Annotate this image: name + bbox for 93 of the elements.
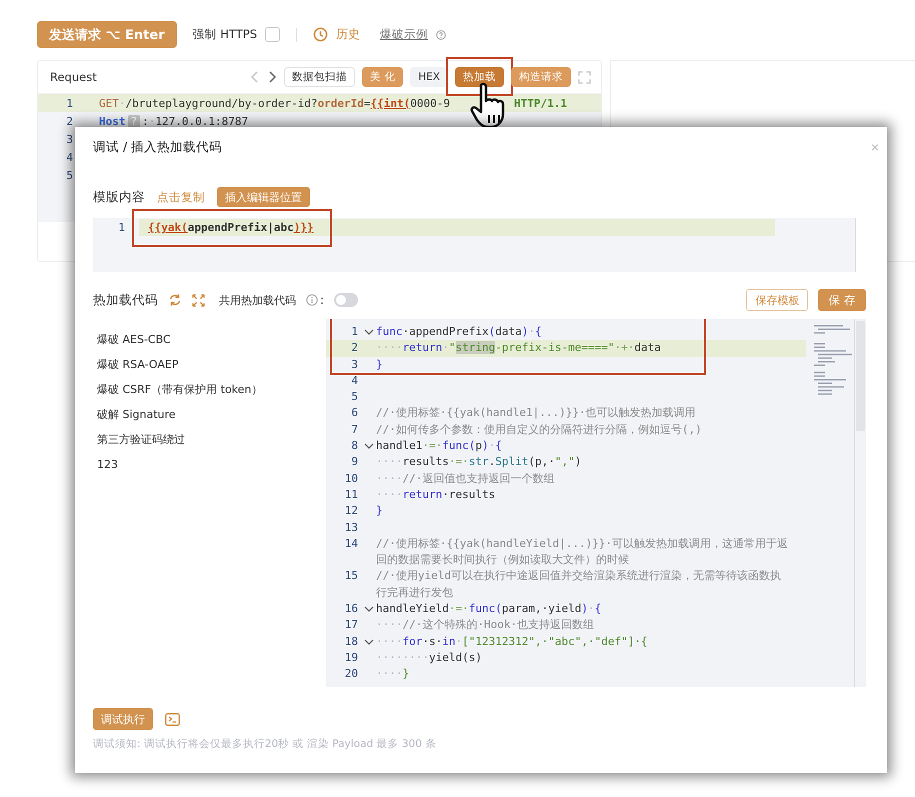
code-line: //·使用标签·{{yak(handleYield|...)}}·可以触发热加载调用，这通常用于返回的数据需要长时间执行（例如读取大文件）的时候 [376, 536, 790, 568]
fold-chevron-icon[interactable] [364, 328, 374, 336]
toolbar-button[interactable]: HEX [410, 67, 448, 87]
code-editor[interactable] [326, 319, 866, 687]
code-line: func·appendPrefix(data)·{ [376, 324, 543, 340]
code-line: handle1·=·func(p)·{ [376, 438, 503, 454]
line-number: 1 [350, 324, 358, 340]
code-line: //·使用标签·{{yak(handle1|...)}}·也可以触发热加载调用 [376, 405, 697, 422]
line-number: 3 [350, 356, 358, 373]
save-button[interactable]: 保 存 [818, 289, 866, 311]
send-request-button[interactable]: 发送请求 ⌥ Enter [37, 21, 177, 48]
toggle-switch[interactable] [334, 293, 358, 307]
line-number: 14 [344, 536, 358, 552]
preset-item[interactable]: 爆破 AES-CBC [97, 331, 326, 349]
code-line: ········yield(s) [376, 650, 483, 666]
examples-link[interactable]: 爆破示例 [380, 27, 428, 42]
chevron-right-icon[interactable] [266, 70, 277, 84]
chevron-left-icon[interactable] [250, 70, 260, 84]
code-line: handleYield·=·func(param,·yield)·{ [376, 601, 602, 618]
toolbar-button[interactable]: 构造请求 [511, 67, 571, 87]
line-number: 3 [65, 132, 73, 146]
colon-text: : [320, 293, 324, 307]
force-https-label: 强制 HTTPS [192, 27, 258, 42]
force-https-checkbox[interactable] [265, 27, 280, 42]
line-number: 19 [344, 650, 358, 666]
fold-chevron-icon[interactable] [364, 605, 374, 614]
line-number: 8 [350, 438, 358, 454]
line-number: 4 [350, 372, 358, 389]
code-line: } [376, 356, 384, 373]
refresh-icon[interactable] [168, 293, 182, 307]
copy-link[interactable]: 点击复制 [157, 190, 205, 204]
line-number: 6 [350, 405, 358, 422]
dialog-title: 调试 / 插入热加载代码 [93, 138, 222, 156]
code-line: ····//·这个特殊的·Hook·也支持返回数组 [376, 617, 596, 634]
line-number: 18 [344, 634, 358, 650]
line-number: 10 [344, 470, 358, 487]
line-number: 20 [344, 666, 358, 682]
line-number: 2 [350, 340, 358, 356]
preset-item[interactable]: 123 [97, 456, 326, 474]
shared-code-label: 共用热加载代码 [219, 292, 296, 308]
line-number: 12 [344, 503, 358, 520]
toolbar-button[interactable]: 美 化 [362, 67, 404, 87]
fullscreen-icon[interactable] [578, 70, 591, 84]
code-line: Host ? :·127.0.0.1:8787 [99, 114, 248, 128]
preset-item[interactable]: 破解 Signature [97, 406, 326, 424]
hint-text: 调试须知: 调试执行将会仅最多执行20秒 或 渲染 Payload 最多 300 条 [93, 737, 438, 751]
code-line: ····for·s·in·["12312312",·"abc",·"def"]·{ [376, 634, 649, 650]
code-line: ····//·返回值也支持返回一个数组 [376, 470, 556, 487]
line-number: 5 [65, 168, 73, 182]
clock-icon[interactable] [313, 27, 328, 42]
toolbar-button[interactable]: 热加载 [455, 67, 504, 87]
code-line: } [376, 503, 384, 520]
preset-item[interactable]: 第三方验证码绕过 [97, 431, 326, 449]
save-template-button[interactable]: 保存模板 [746, 289, 808, 311]
run-button[interactable]: 调试执行 [93, 708, 153, 730]
toolbar-button[interactable]: 数据包扫描 [284, 67, 355, 87]
line-number: 1 [65, 96, 73, 110]
line-number: 9 [350, 454, 358, 470]
line-number: 7 [350, 422, 358, 438]
line-number: 13 [344, 520, 358, 536]
code-line: {{yak(appendPrefix|abc)}} [148, 221, 314, 234]
line-number: 1 [117, 221, 125, 234]
scrollbar-thumb[interactable] [856, 321, 865, 431]
line-number: 11 [344, 486, 358, 503]
code-line: ····} [376, 666, 410, 682]
line-number: 17 [344, 617, 358, 634]
code-line: //·使用yield可以在执行中途返回值并交给渲染系统进行渲染，无需等待该函数执行完再进行发包 [376, 568, 782, 601]
help-icon [436, 30, 446, 40]
line-number: 15 [344, 568, 358, 584]
close-button[interactable]: × [870, 139, 879, 155]
terminal-icon[interactable] [165, 712, 180, 726]
code-line: GET·/bruteplayground/by-order-id?orderId={{int(0000-9 HTTP/1.1 [99, 96, 568, 110]
history-link[interactable]: 历史 [336, 26, 360, 43]
code-line: ····return·"string-prefix-is-me===="·+·data [376, 340, 662, 356]
info-icon [306, 294, 318, 306]
line-number: 4 [65, 150, 73, 164]
section-label: 热加载代码 [93, 292, 158, 308]
scrollbar[interactable] [854, 319, 866, 687]
code-line: ····results·=·str.Split(p,·",") [376, 454, 582, 470]
code-line: ····return·results [376, 486, 496, 503]
line-number: 2 [65, 114, 73, 128]
line-number: 16 [344, 601, 358, 618]
section-label: 模版内容 [93, 188, 145, 206]
code-line: //·如何传多个参数：使用自定义的分隔符进行分隔，例如逗号(,) [376, 422, 703, 438]
fullscreen-icon[interactable] [192, 294, 205, 306]
fold-chevron-icon[interactable] [364, 442, 374, 450]
panel-title: Request [50, 70, 97, 84]
preset-item[interactable]: 爆破 RSA-OAEP [97, 356, 326, 374]
fold-chevron-icon[interactable] [364, 638, 374, 646]
line-number: 5 [350, 389, 358, 406]
template-editor[interactable]: 1 {{yak(appendPrefix|abc)}} [93, 218, 866, 272]
preset-item[interactable]: 爆破 CSRF（带有保护用 token） [97, 381, 326, 399]
insert-button[interactable]: 插入编辑器位置 [217, 187, 310, 207]
